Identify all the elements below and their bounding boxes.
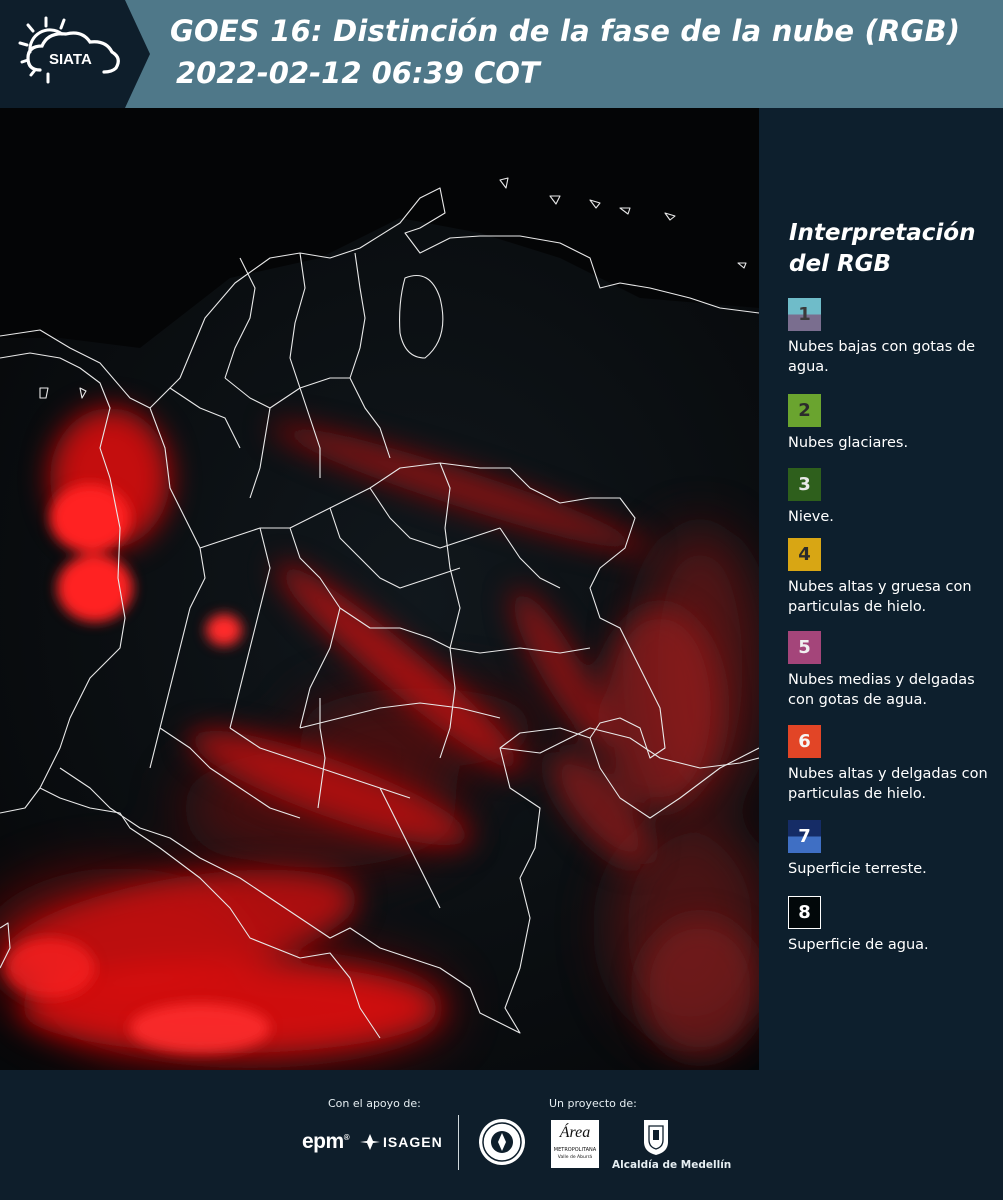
legend-item-2: 2 Nubes glaciares. — [788, 394, 998, 453]
legend-swatch-5: 5 — [788, 631, 821, 664]
footer: Con el apoyo de: Un proyecto de: epm® IS… — [0, 1070, 1003, 1200]
header-bar: SIATA GOES 16: Distinción de la fase de … — [0, 0, 1003, 108]
legend-swatch-4: 4 — [788, 538, 821, 571]
epm-logo-text: epm — [302, 1130, 344, 1153]
siata-logo: SIATA — [0, 0, 150, 108]
legend-title: Interpretación del RGB — [789, 218, 989, 280]
legend-swatch-8: 8 — [788, 896, 821, 929]
legend-swatch-2: 2 — [788, 394, 821, 427]
legend-label-1: Nubes bajas con gotas de agua. — [788, 339, 976, 375]
legend-item-5: 5 Nubes medias y delgadas con gotas de a… — [788, 631, 998, 710]
legend-label-7: Superficie terreste. — [788, 861, 927, 877]
legend-number-6: 6 — [798, 731, 811, 752]
page-title: GOES 16: Distinción de la fase de la nub… — [170, 14, 961, 48]
legend-number-3: 3 — [798, 474, 811, 495]
legend-item-6: 6 Nubes altas y delgadas con particulas … — [788, 725, 998, 804]
legend-panel: Interpretación del RGB 1 Nubes bajas con… — [759, 108, 1003, 1070]
area-metropolitana-logo: Área METROPOLITANA Valle de Aburrá — [551, 1120, 599, 1168]
university-seal-icon — [479, 1119, 525, 1165]
legend-item-3: 3 Nieve. — [788, 468, 998, 527]
legend-label-8: Superficie de agua. — [788, 937, 929, 953]
legend-number-2: 2 — [798, 400, 811, 421]
legend-number-1: 1 — [798, 304, 811, 325]
footer-project-label: Un proyecto de: — [549, 1097, 637, 1110]
isagen-symbol-icon — [360, 1134, 380, 1150]
satellite-map-canvas — [0, 108, 759, 1070]
legend-item-8: 8 Superficie de agua. — [788, 896, 998, 955]
satellite-map — [0, 108, 759, 1070]
footer-support-label: Con el apoyo de: — [328, 1097, 421, 1110]
legend-swatch-1: 1 — [788, 298, 821, 331]
legend-item-7: 7 Superficie terreste. — [788, 820, 998, 879]
footer-divider — [458, 1115, 459, 1170]
area-logo-text: Área — [559, 1124, 591, 1141]
legend-label-2: Nubes glaciares. — [788, 435, 909, 451]
legend-item-1: 1 Nubes bajas con gotas de agua. — [788, 298, 998, 377]
epm-logo: epm® — [302, 1130, 350, 1153]
legend-item-4: 4 Nubes altas y gruesa con particulas de… — [788, 538, 998, 617]
legend-swatch-3: 3 — [788, 468, 821, 501]
isagen-logo: ISAGEN — [360, 1132, 443, 1152]
legend-label-3: Nieve. — [788, 509, 834, 525]
area-metropolitana-subtext: Valle de Aburrá — [557, 1155, 593, 1160]
legend-title-line1: Interpretación — [789, 220, 976, 246]
isagen-logo-text: ISAGEN — [383, 1134, 443, 1150]
legend-title-line2: del RGB — [789, 251, 892, 277]
legend-label-6: Nubes altas y delgadas con particulas de… — [788, 766, 988, 802]
legend-swatch-6: 6 — [788, 725, 821, 758]
area-metropolitana-text: METROPOLITANA — [553, 1147, 597, 1153]
legend-number-8: 8 — [798, 902, 811, 923]
siata-logo-badge: SIATA — [0, 0, 150, 108]
legend-number-7: 7 — [798, 826, 811, 847]
siata-logo-text: SIATA — [49, 51, 92, 68]
alcaldia-logo-text: Alcaldía de Medellín — [612, 1159, 732, 1171]
legend-number-5: 5 — [798, 637, 811, 658]
legend-swatch-7: 7 — [788, 820, 821, 853]
legend-label-4: Nubes altas y gruesa con particulas de h… — [788, 579, 972, 615]
legend-number-4: 4 — [798, 544, 811, 565]
page-subtitle-datetime: 2022-02-12 06:39 COT — [176, 56, 540, 90]
alcaldia-shield-icon — [644, 1120, 668, 1155]
legend-label-5: Nubes medias y delgadas con gotas de agu… — [788, 672, 975, 708]
